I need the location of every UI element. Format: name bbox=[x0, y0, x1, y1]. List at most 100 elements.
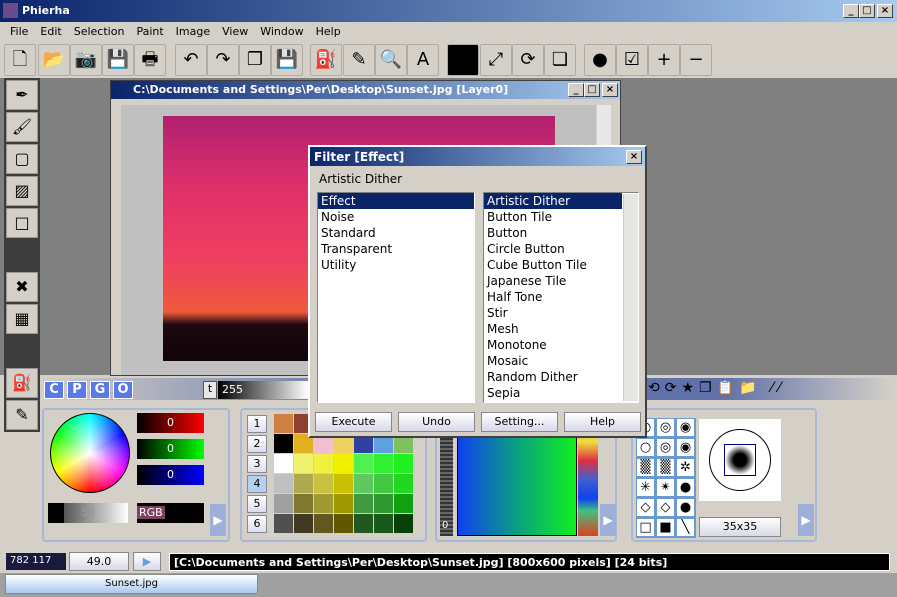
palette-swatch[interactable] bbox=[374, 514, 393, 533]
category-item[interactable]: Noise bbox=[318, 209, 474, 225]
filter-item[interactable]: Random Dither bbox=[484, 369, 622, 385]
brush-size-button[interactable]: 35x35 bbox=[699, 517, 781, 537]
palette-swatch[interactable] bbox=[394, 474, 413, 493]
fill-tool[interactable]: ⛽ bbox=[6, 368, 38, 398]
help-button[interactable]: Help bbox=[564, 412, 641, 432]
paint-pen-button[interactable]: ✎ bbox=[343, 44, 375, 76]
brush-shape[interactable]: ▒ bbox=[636, 458, 655, 477]
zoom-button[interactable]: 🔍 bbox=[375, 44, 407, 76]
brush-shape[interactable]: ◇ bbox=[636, 498, 655, 517]
copy-button[interactable]: ❐ bbox=[239, 44, 271, 76]
green-slider[interactable]: 0 bbox=[137, 439, 204, 459]
close-button[interactable]: × bbox=[877, 4, 893, 18]
brush-shape[interactable]: ■ bbox=[656, 518, 675, 537]
palette-swatch[interactable] bbox=[314, 454, 333, 473]
palette-page-6[interactable]: 6 bbox=[247, 515, 267, 533]
brush-shape[interactable]: ◉ bbox=[676, 418, 695, 437]
palette-swatch[interactable] bbox=[394, 494, 413, 513]
menu-selection[interactable]: Selection bbox=[68, 23, 131, 40]
menu-image[interactable]: Image bbox=[170, 23, 216, 40]
mode-tab-o[interactable]: O bbox=[113, 381, 133, 399]
filter-item[interactable]: Japanese Tile bbox=[484, 273, 622, 289]
palette-swatch[interactable] bbox=[334, 454, 353, 473]
menu-view[interactable]: View bbox=[216, 23, 254, 40]
mode-tab-c[interactable]: C bbox=[44, 381, 64, 399]
zoom-play-button[interactable]: ▶ bbox=[133, 552, 161, 571]
taskbar-doc-sunset[interactable]: Sunset.jpg bbox=[5, 574, 258, 594]
filter-item[interactable]: Sepia bbox=[484, 385, 622, 401]
palette-swatch[interactable] bbox=[374, 494, 393, 513]
resize-button[interactable]: ⤢ bbox=[480, 44, 512, 76]
filter-item[interactable]: Button bbox=[484, 225, 622, 241]
palette-swatch[interactable] bbox=[354, 454, 373, 473]
palette-swatch[interactable] bbox=[294, 474, 313, 493]
filter-item[interactable]: Button Tile bbox=[484, 209, 622, 225]
menu-edit[interactable]: Edit bbox=[34, 23, 67, 40]
category-item[interactable]: Transparent bbox=[318, 241, 474, 257]
paint-bucket-button[interactable]: ⛽ bbox=[310, 44, 342, 76]
setting-button[interactable]: Setting... bbox=[481, 412, 558, 432]
undo-button[interactable]: Undo bbox=[398, 412, 475, 432]
palette-swatch[interactable] bbox=[374, 454, 393, 473]
category-item[interactable]: Standard bbox=[318, 225, 474, 241]
red-slider[interactable]: 0 bbox=[137, 413, 204, 433]
palette-page-4[interactable]: 4 bbox=[247, 475, 267, 493]
brush-shape[interactable]: ✲ bbox=[676, 458, 695, 477]
palette-swatch[interactable] bbox=[294, 494, 313, 513]
color-wheel[interactable] bbox=[50, 413, 130, 493]
brush-tool[interactable]: 🖌 bbox=[6, 112, 38, 142]
menu-file[interactable]: File bbox=[4, 23, 34, 40]
palette-swatch[interactable] bbox=[294, 514, 313, 533]
gradient-tool[interactable]: ▨ bbox=[6, 176, 38, 206]
palette-page-1[interactable]: 1 bbox=[247, 415, 267, 433]
delete-selection-tool[interactable]: ✖ bbox=[6, 272, 38, 302]
brush-preview[interactable] bbox=[699, 419, 781, 501]
palette-swatch[interactable] bbox=[354, 514, 373, 533]
opacity-toggle[interactable]: t bbox=[203, 381, 217, 399]
camera-button[interactable]: 📷 bbox=[70, 44, 102, 76]
rectangle-select-tool[interactable]: ▢ bbox=[6, 144, 38, 174]
brush-shape[interactable]: ◉ bbox=[676, 438, 695, 457]
menu-help[interactable]: Help bbox=[310, 23, 347, 40]
zoom-out-button[interactable]: − bbox=[680, 44, 712, 76]
filter-item[interactable]: Artistic Dither bbox=[484, 193, 622, 209]
palette-swatch[interactable] bbox=[394, 454, 413, 473]
filter-close-button[interactable]: × bbox=[626, 150, 642, 164]
filter-item[interactable]: Cube Button Tile bbox=[484, 257, 622, 273]
palette-swatch[interactable] bbox=[274, 414, 293, 433]
gray-slider[interactable]: 58 bbox=[48, 503, 128, 523]
image-close-button[interactable]: × bbox=[602, 83, 618, 97]
filter-item[interactable]: Circle Button bbox=[484, 241, 622, 257]
filter-item[interactable]: Mosaic bbox=[484, 353, 622, 369]
image-maximize-button[interactable]: □ bbox=[584, 83, 600, 97]
category-list[interactable]: Effect Noise Standard Transparent Utility bbox=[317, 192, 475, 403]
filter-item[interactable]: Half Tone bbox=[484, 289, 622, 305]
palette-swatch[interactable] bbox=[274, 474, 293, 493]
brush-shape[interactable]: ✴ bbox=[656, 478, 675, 497]
filter-item[interactable]: Stir bbox=[484, 305, 622, 321]
pen-tool[interactable]: ✒ bbox=[6, 80, 38, 110]
minimize-button[interactable]: _ bbox=[843, 4, 859, 18]
brush-panel-next-arrow[interactable]: ▶ bbox=[798, 504, 814, 536]
color-swatch-button[interactable] bbox=[447, 44, 479, 76]
execute-button[interactable]: Execute bbox=[315, 412, 392, 432]
filter-item[interactable]: Mesh bbox=[484, 321, 622, 337]
palette-page-5[interactable]: 5 bbox=[247, 495, 267, 513]
layer-button[interactable]: ❏ bbox=[544, 44, 576, 76]
palette-swatch[interactable] bbox=[334, 474, 353, 493]
palette-swatch[interactable] bbox=[374, 474, 393, 493]
mode-tab-p[interactable]: P bbox=[67, 381, 87, 399]
paint-tool[interactable]: ✎ bbox=[6, 400, 38, 430]
palette-swatch[interactable] bbox=[274, 514, 293, 533]
palette-swatch[interactable] bbox=[274, 434, 293, 453]
checklist-button[interactable]: ☑ bbox=[616, 44, 648, 76]
filter-item[interactable]: Monotone bbox=[484, 337, 622, 353]
rotate-button[interactable]: ⟳ bbox=[512, 44, 544, 76]
print-button[interactable]: 🖶 bbox=[134, 44, 166, 76]
palette-swatch[interactable] bbox=[314, 474, 333, 493]
new-button[interactable]: 🗋 bbox=[4, 44, 36, 76]
sphere-button[interactable]: ● bbox=[584, 44, 616, 76]
brush-shape[interactable]: ◇ bbox=[656, 498, 675, 517]
opacity-slider[interactable]: 255 bbox=[218, 381, 308, 399]
palette-swatch[interactable] bbox=[334, 494, 353, 513]
